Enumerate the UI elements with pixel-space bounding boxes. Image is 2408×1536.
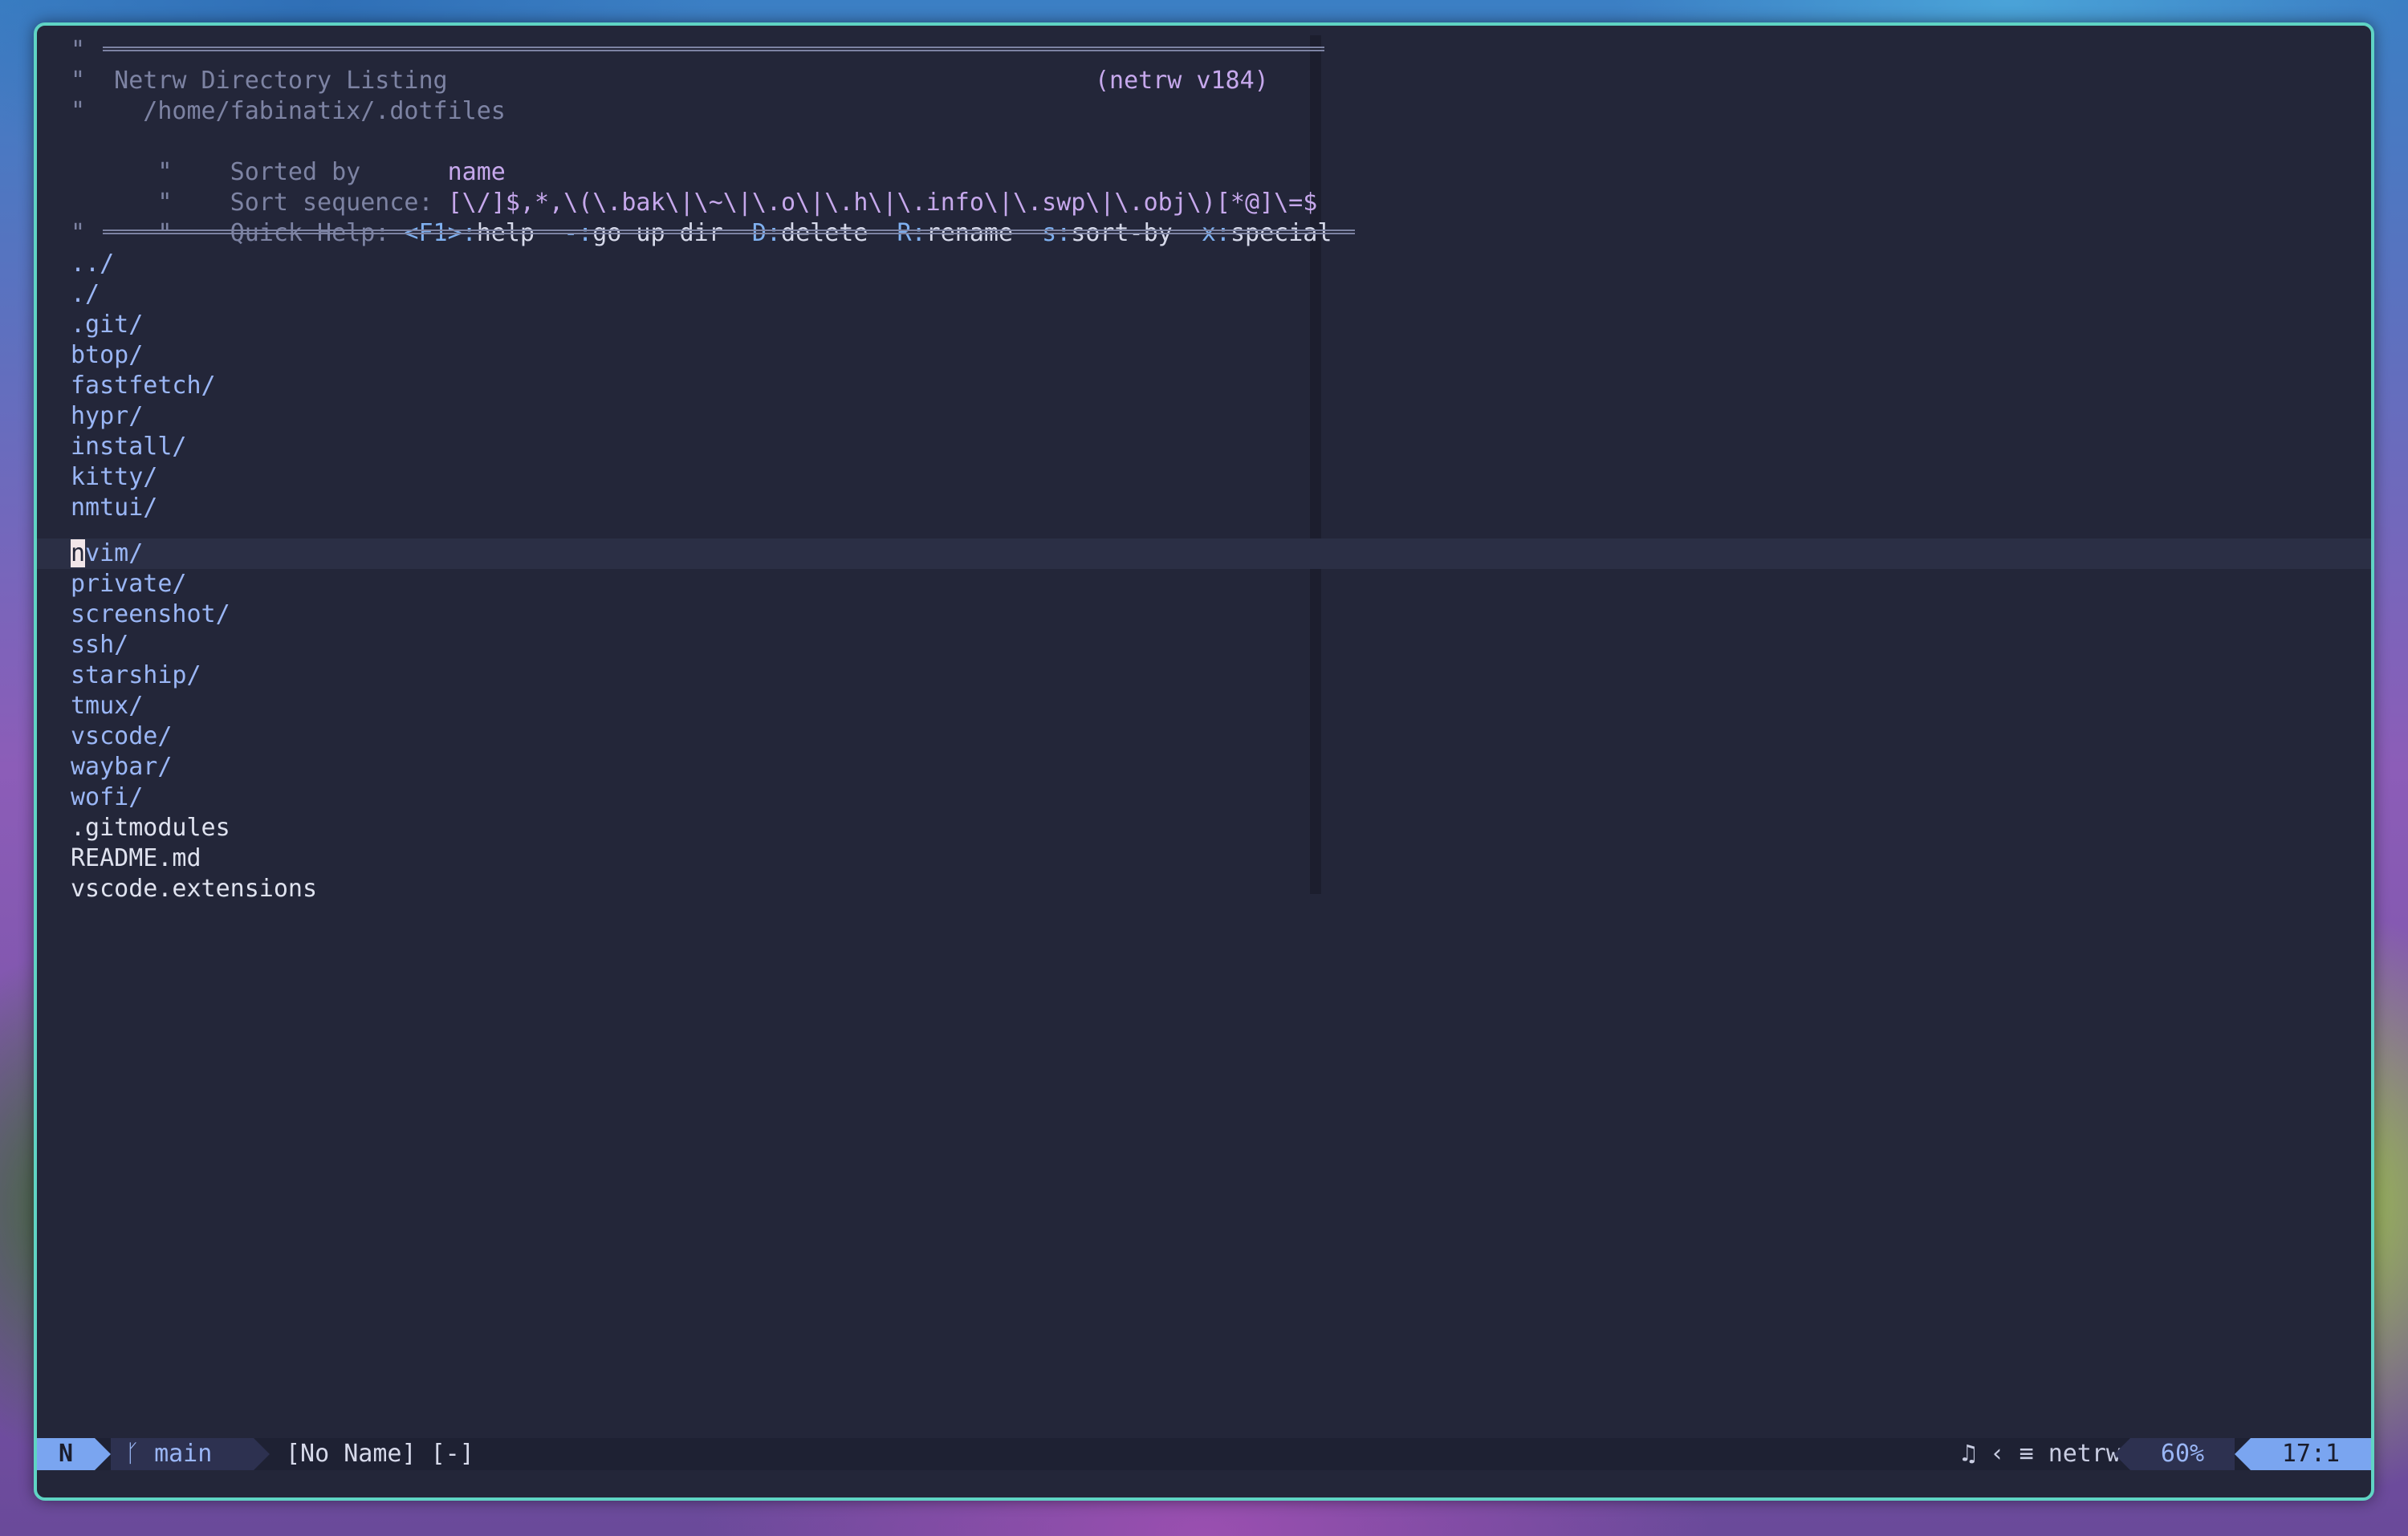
dir-entry[interactable]: waybar/ [71, 752, 172, 782]
dir-entry[interactable]: hypr/ [71, 401, 143, 432]
mode-indicator: N [37, 1438, 95, 1470]
sort-sequence-row: " Sort sequence: [\/]$,*,\(\.bak\|\~\|\.… [71, 157, 1317, 217]
quick-help-row: " Quick Help: <F1>:help -:go up dir D:de… [71, 188, 1332, 247]
dir-entry[interactable]: .git/ [71, 310, 143, 340]
dir-entry[interactable]: starship/ [71, 660, 201, 691]
git-branch-icon: ᚴ [125, 1440, 140, 1468]
cursor-line-highlight [37, 538, 2371, 569]
position-separator [2235, 1438, 2251, 1470]
selected-entry-rest: vim/ [85, 539, 144, 567]
dir-entry[interactable]: tmux/ [71, 691, 143, 721]
dir-entry[interactable]: fastfetch/ [71, 371, 216, 401]
dir-entry[interactable]: ../ [71, 249, 114, 279]
sorted-by-row: " Sorted by name [71, 127, 505, 186]
file-entry[interactable]: vscode.extensions [71, 874, 317, 904]
dir-entry[interactable]: screenshot/ [71, 599, 230, 630]
dir-entry[interactable]: ./ [71, 279, 100, 310]
cursor-position: 17:1 [2251, 1438, 2371, 1470]
statusline: N ᚴ main [No Name] [-] ♫ ‹ ≡ netrw 60% 1… [37, 1438, 2371, 1470]
percent-separator [2114, 1438, 2130, 1470]
buffer-name: [No Name] [-] [286, 1440, 474, 1468]
dir-entry[interactable]: nmtui/ [71, 493, 157, 523]
dir-entry[interactable]: btop/ [71, 340, 143, 371]
terminal-window: " " Netrw Directory Listing (netrw v184)… [34, 22, 2374, 1501]
dir-entry[interactable]: private/ [71, 569, 187, 599]
filetype-icons: ♫ ‹ ≡ [1961, 1440, 2034, 1468]
filetype-segment: ♫ ‹ ≡ netrw [1961, 1438, 2121, 1470]
header-title: " Netrw Directory Listing [71, 67, 448, 95]
filetype-name: netrw [2048, 1440, 2121, 1468]
scroll-percent: 60% [2130, 1438, 2235, 1470]
header-rule-top [103, 47, 1324, 51]
dir-entry-selected[interactable]: nvim/ [71, 538, 143, 569]
current-path: " /home/fabinatix/.dotfiles [71, 97, 506, 125]
dir-entry[interactable]: kitty/ [71, 462, 157, 493]
dir-entry[interactable]: ssh/ [71, 630, 128, 660]
file-entry[interactable]: .gitmodules [71, 813, 230, 843]
git-branch-name: main [154, 1440, 213, 1468]
file-entry[interactable]: README.md [71, 843, 201, 874]
netrw-buffer[interactable]: " " Netrw Directory Listing (netrw v184)… [37, 35, 2371, 1448]
branch-separator [254, 1438, 270, 1470]
mode-separator [95, 1438, 111, 1470]
dir-entry[interactable]: install/ [71, 432, 187, 462]
dir-entry[interactable]: vscode/ [71, 721, 172, 752]
git-branch: ᚴ main [111, 1438, 254, 1470]
netrw-version: (netrw v184) [1095, 67, 1269, 95]
text-cursor: n [71, 539, 86, 567]
header-rule-bottom [103, 230, 1355, 234]
header-quote: " [71, 219, 86, 247]
header-quote: " [71, 36, 86, 64]
dir-entry[interactable]: wofi/ [71, 782, 143, 813]
